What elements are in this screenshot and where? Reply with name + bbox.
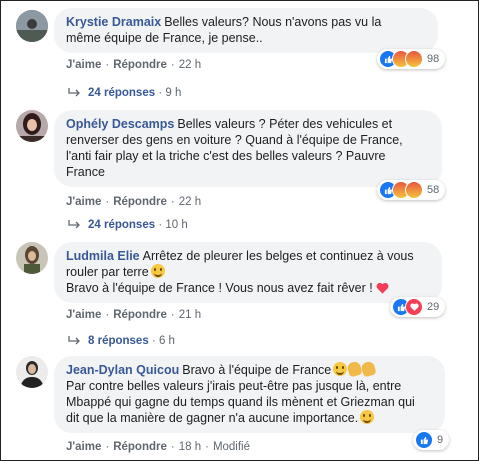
heart-icon	[376, 282, 389, 294]
comment-actions: J'aime · Répondre · 21 h	[66, 309, 202, 321]
avatar[interactable]	[16, 356, 48, 388]
comment-actions: J'aime · Répondre · 22 h	[66, 59, 202, 71]
comment-bubble: Krystie Dramaix Belles valeurs? Nous n'av…	[54, 8, 438, 53]
comment-time[interactable]: 22 h	[179, 196, 201, 208]
reply-link[interactable]: Répondre	[113, 441, 167, 453]
replies-time: 6 h	[158, 335, 175, 347]
comment-time[interactable]: 22 h	[179, 59, 201, 71]
view-replies[interactable]: 24 réponses · 9 h	[68, 87, 181, 99]
comment-author[interactable]: Ludmila Elie	[66, 249, 140, 263]
angry-icon	[405, 50, 423, 68]
comment-time[interactable]: 18 h	[179, 441, 201, 453]
reaction-count: 98	[427, 53, 440, 65]
comment-line: Ophély Descamps Belles valeurs ? Péter de…	[66, 117, 393, 131]
replies-count: 24 réponses	[88, 219, 156, 231]
comment-time[interactable]: 21 h	[179, 309, 201, 321]
clapping-hands-icon	[360, 360, 377, 378]
reaction-count: 29	[427, 301, 440, 313]
laughing-emoji-icon	[150, 264, 165, 278]
comment-bubble: Ludmila Elie Arrêtez de pleurer les belge…	[54, 242, 442, 303]
comment-line: Par contre belles valeurs j'irais peut-ê…	[66, 379, 402, 393]
reply-link[interactable]: Répondre	[113, 309, 167, 321]
replies-count: 8 réponses	[88, 335, 149, 347]
comment-line: France	[66, 165, 105, 179]
comment-line: Jean-Dylan Quicou Bravo à l'équipe de Fra…	[66, 360, 433, 378]
laughing-emoji-icon	[360, 410, 375, 424]
avatar[interactable]	[16, 10, 48, 42]
comment-line: Ludmila Elie Arrêtez de pleurer les belge…	[66, 249, 414, 263]
comment-author[interactable]: Jean-Dylan Quicou	[66, 363, 179, 377]
reactions-summary[interactable]: 9	[413, 430, 450, 450]
like-icon	[415, 431, 433, 449]
reactions-summary[interactable]: 98	[377, 49, 446, 69]
view-replies[interactable]: 24 réponses · 10 h	[68, 219, 188, 231]
reply-arrow-icon	[68, 220, 80, 229]
laughing-emoji-icon	[333, 362, 348, 376]
love-icon	[405, 298, 423, 316]
reactions-summary[interactable]: 29	[390, 297, 446, 317]
comment-author[interactable]: Ophély Descamps	[66, 117, 174, 131]
comment-line: l'anti fair play et la triche c'est des …	[66, 149, 386, 163]
comment-bubble: Ophély Descamps Belles valeurs ? Péter de…	[54, 110, 442, 187]
view-replies[interactable]: 8 réponses · 6 h	[68, 335, 175, 347]
reply-link[interactable]: Répondre	[113, 196, 167, 208]
comment-line: rouler par terre	[66, 264, 430, 280]
comment-bubble: Jean-Dylan Quicou Bravo à l'équipe de Fra…	[54, 356, 445, 433]
edited-label[interactable]: Modifié	[213, 441, 250, 453]
reaction-count: 9	[437, 434, 444, 446]
comment-author[interactable]: Krystie Dramaix	[66, 15, 161, 29]
clapping-hands-icon	[346, 360, 363, 378]
replies-time: 10 h	[165, 219, 188, 231]
reply-link[interactable]: Répondre	[113, 59, 167, 71]
comment-line: même équipe de France, je pense..	[66, 31, 263, 45]
reply-arrow-icon	[68, 336, 80, 345]
reaction-count: 58	[427, 184, 440, 196]
like-link[interactable]: J'aime	[66, 196, 101, 208]
reactions-summary[interactable]: 58	[377, 180, 446, 200]
comment-actions: J'aime · Répondre · 18 h · Modifié	[66, 441, 251, 453]
like-link[interactable]: J'aime	[66, 441, 101, 453]
replies-count: 24 réponses	[88, 87, 156, 99]
comment-line: Mbappé qui gagne du temps quand ils mène…	[66, 395, 415, 409]
angry-icon	[405, 181, 423, 199]
like-link[interactable]: J'aime	[66, 59, 101, 71]
avatar[interactable]	[16, 242, 48, 274]
comment-line: Bravo à l'équipe de France ! Vous nous a…	[66, 280, 430, 296]
reply-arrow-icon	[68, 88, 80, 97]
avatar[interactable]	[16, 110, 48, 142]
comment-actions: J'aime · Répondre · 22 h	[66, 196, 202, 208]
comment-line: Krystie Dramaix Belles valeurs? Nous n'av…	[66, 15, 382, 29]
comment-line: dit que la manière de gagner n'a aucune …	[66, 410, 433, 426]
like-link[interactable]: J'aime	[66, 309, 101, 321]
comment-line: renverser des gens en voiture ? Quand à …	[66, 133, 403, 147]
replies-time: 9 h	[165, 87, 182, 99]
